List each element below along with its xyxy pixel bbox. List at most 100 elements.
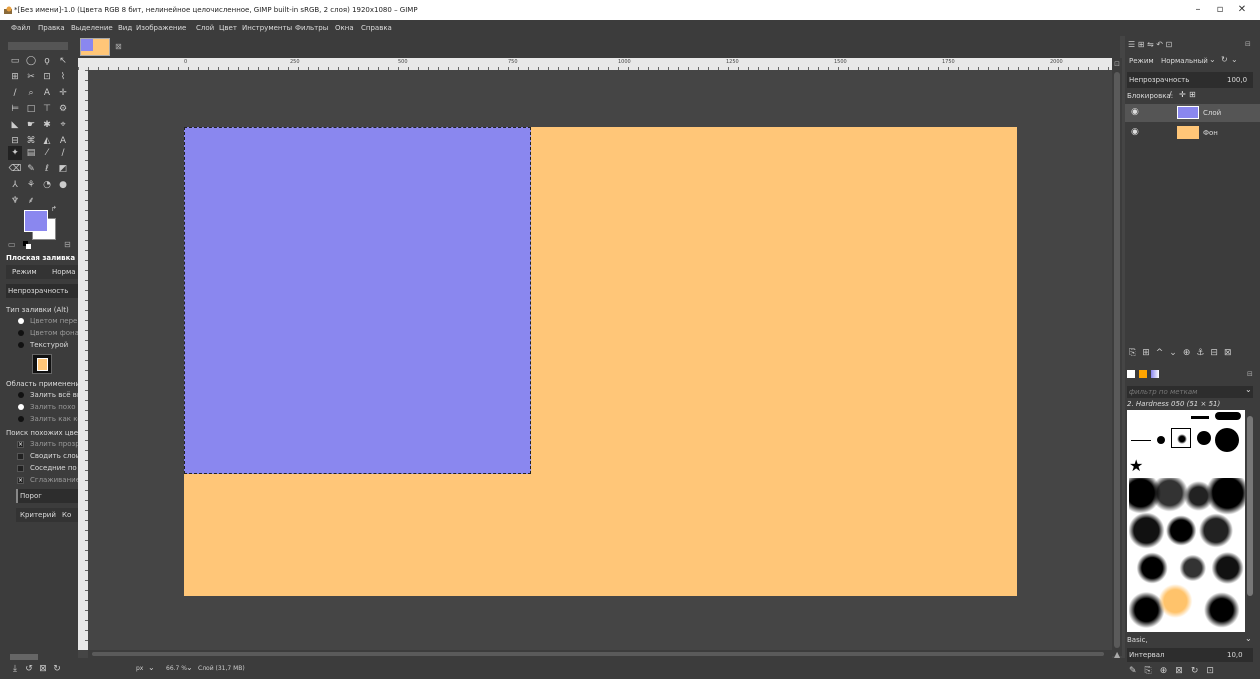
antialias-checkbox[interactable]: ×: [17, 477, 24, 484]
minimize-button[interactable]: –: [1190, 3, 1206, 17]
fill-whole-radio[interactable]: [18, 392, 24, 398]
threshold-slider[interactable]: Порог: [16, 489, 78, 503]
free-select-icon[interactable]: ϙ: [40, 54, 54, 68]
menu-view[interactable]: Вид: [118, 24, 132, 32]
patterns-tab-icon[interactable]: [1139, 370, 1147, 378]
crop-icon[interactable]: ✂: [24, 70, 38, 84]
brush-item[interactable]: [1215, 428, 1239, 452]
paint-select-icon[interactable]: ♆: [8, 194, 22, 208]
layer-mode-value[interactable]: Нормальный: [1161, 57, 1208, 65]
foreground-color-swatch[interactable]: [24, 210, 48, 232]
rect-icon[interactable]: □: [24, 102, 38, 116]
close-button[interactable]: ✕: [1234, 3, 1250, 17]
perspective-clone-icon[interactable]: ⚘: [24, 178, 38, 192]
menu-filters[interactable]: Фильтры: [295, 24, 328, 32]
brushes-grid[interactable]: ★: [1127, 410, 1245, 632]
fill-pattern-radio[interactable]: [18, 342, 24, 348]
mode-options-icon[interactable]: ⌄: [1231, 55, 1238, 64]
foreground-select-icon[interactable]: ⊨: [8, 102, 22, 116]
mode-row[interactable]: Режим Норма: [6, 265, 78, 279]
toolbox-scrollbar[interactable]: [10, 654, 38, 660]
paintbrush-icon[interactable]: ∕: [56, 146, 70, 160]
ink-icon[interactable]: ℓ: [40, 162, 54, 176]
unit-dropdown-icon[interactable]: ⌄: [148, 663, 155, 672]
zoom-dropdown-icon[interactable]: ⌄: [186, 663, 193, 672]
default-colors-icon[interactable]: [23, 234, 31, 249]
bucket-fill-icon[interactable]: ✦: [8, 146, 22, 160]
dodge-icon[interactable]: ◔: [40, 178, 54, 192]
criterion-row[interactable]: Критерий Ко: [16, 508, 78, 522]
layer-opacity-slider[interactable]: Непрозрачность 100,0: [1127, 72, 1253, 88]
lock-pixels-icon[interactable]: ∕: [1169, 90, 1172, 99]
lock-alpha-icon[interactable]: ⊞: [1189, 90, 1196, 99]
menu-select[interactable]: Выделение: [71, 24, 113, 32]
tag-filter-input[interactable]: фильтр по меткам: [1127, 386, 1253, 398]
opacity-slider[interactable]: Непрозрачность: [6, 284, 78, 298]
maximize-button[interactable]: ▫: [1212, 3, 1228, 17]
pencil-icon[interactable]: ⁄: [40, 146, 54, 160]
fuzzy-select-icon[interactable]: ↖: [56, 54, 70, 68]
mypaint-icon[interactable]: ◩: [56, 162, 70, 176]
swap-colors-icon[interactable]: ↱: [51, 205, 59, 213]
layer-name[interactable]: Слой: [1203, 109, 1221, 117]
heal-icon[interactable]: ✱: [40, 118, 54, 132]
menu-tools[interactable]: Инструменты: [242, 24, 292, 32]
selected-brush-item[interactable]: [1171, 428, 1191, 448]
reset-options-icon[interactable]: ↻: [50, 662, 64, 676]
horizontal-scroll-thumb[interactable]: [92, 652, 1104, 656]
brush-item[interactable]: ★: [1129, 456, 1143, 475]
brush-actions-icons[interactable]: ✎⎘⊕⊠↻⊡: [1129, 666, 1222, 676]
unified-transform-icon[interactable]: ⊡: [40, 70, 54, 84]
unit-selector[interactable]: px: [136, 665, 143, 672]
brushes-tab-icon[interactable]: [1127, 370, 1135, 378]
gradient-fill-icon[interactable]: ▤: [24, 146, 38, 160]
spacing-slider[interactable]: Интервал 10,0: [1127, 648, 1253, 662]
vertical-scroll-thumb[interactable]: [1114, 72, 1120, 648]
visibility-eye-icon[interactable]: ◉: [1131, 107, 1139, 117]
align-icon[interactable]: ⊞: [8, 70, 22, 84]
paths-icon[interactable]: ∕: [8, 86, 22, 100]
layer-row-fon[interactable]: ◉ Фон: [1125, 124, 1260, 142]
eraser-icon[interactable]: ⌫: [8, 162, 22, 176]
quick-mask-icon[interactable]: ⊡: [1112, 60, 1122, 70]
brushes-menu-icon[interactable]: ⊟: [1247, 370, 1253, 378]
airbrush-icon[interactable]: ✎: [24, 162, 38, 176]
clone-icon[interactable]: ⅄: [8, 178, 22, 192]
brush-item[interactable]: [1191, 416, 1209, 419]
mode-value[interactable]: Норма: [52, 268, 76, 276]
zoom-icon[interactable]: ⌕: [24, 86, 38, 100]
layer-name[interactable]: Фон: [1203, 129, 1218, 137]
sample-merged-checkbox[interactable]: [17, 453, 24, 460]
tool-options-tab-icon[interactable]: ▭: [8, 240, 16, 249]
text-icon[interactable]: A: [40, 86, 54, 100]
fill-transparent-checkbox[interactable]: ×: [17, 441, 24, 448]
preset-dropdown-icon[interactable]: ⌄: [1245, 634, 1252, 643]
brush-item[interactable]: [1131, 440, 1151, 441]
menu-layer[interactable]: Слой: [196, 24, 214, 32]
menu-file[interactable]: Файл: [11, 24, 30, 32]
brushes-scrollbar[interactable]: [1247, 416, 1253, 596]
blur-icon[interactable]: ●: [56, 178, 70, 192]
mode-reset-icon[interactable]: ↻: [1221, 55, 1228, 64]
pattern-preview[interactable]: [32, 354, 52, 374]
close-tab-icon[interactable]: ⊠: [115, 42, 122, 51]
rect-select-icon[interactable]: ▭: [8, 54, 22, 68]
flip-icon[interactable]: ⊤: [40, 102, 54, 116]
horizontal-scrollbar[interactable]: [88, 650, 1112, 658]
layer-actions-icons[interactable]: ⎘⊞^⌄⊕⚓⊟⊠: [1129, 348, 1238, 358]
brush-presets[interactable]: [1129, 478, 1245, 628]
menu-colors[interactable]: Цвет: [219, 24, 237, 32]
fill-bg-radio[interactable]: [18, 330, 24, 336]
menu-windows[interactable]: Окна: [335, 24, 354, 32]
save-options-icon[interactable]: ⤓: [8, 662, 22, 676]
restore-options-icon[interactable]: ↺: [22, 662, 36, 676]
fill-fg-radio[interactable]: [18, 318, 24, 324]
measure-icon[interactable]: ⌖: [56, 118, 70, 132]
dock-menu-icon[interactable]: ⊟: [1245, 40, 1251, 48]
warp-icon[interactable]: ⌇: [56, 70, 70, 84]
mode-dropdown-icon[interactable]: ⌄: [1209, 55, 1216, 64]
smudge-icon[interactable]: ☛: [24, 118, 38, 132]
brush-item[interactable]: [1197, 431, 1211, 445]
menu-image[interactable]: Изображение: [136, 24, 186, 32]
fill-line-radio[interactable]: [18, 416, 24, 422]
